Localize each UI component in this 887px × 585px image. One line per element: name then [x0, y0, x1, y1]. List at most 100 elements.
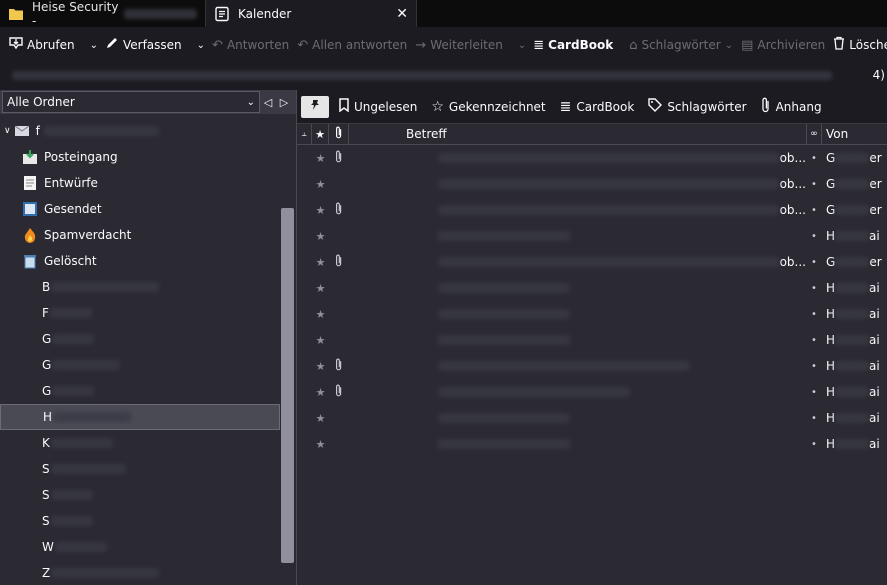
message-cell: ★: [312, 353, 329, 379]
message-cell: [349, 379, 376, 405]
message-cell: [297, 223, 312, 249]
star-icon[interactable]: ★: [316, 204, 326, 217]
message-row[interactable]: ★ • Hai: [297, 431, 887, 457]
message-cell: •: [806, 353, 822, 379]
subfolder-item[interactable]: B: [0, 274, 280, 300]
star-icon[interactable]: ★: [316, 178, 326, 191]
read-status-icon[interactable]: •: [811, 153, 817, 164]
subfolder-item[interactable]: K: [0, 430, 280, 456]
reply-all-button[interactable]: ↶ Allen antworten: [293, 33, 411, 57]
previous-mode-icon[interactable]: ◁: [260, 93, 276, 111]
subfolder-item[interactable]: S: [0, 456, 280, 482]
filter-starred[interactable]: ☆ Gekennzeichnet: [431, 99, 545, 115]
pin-filter-button[interactable]: [301, 95, 329, 118]
message-cell: •: [806, 431, 822, 457]
star-icon[interactable]: ★: [316, 230, 326, 243]
subfolder-item[interactable]: H: [0, 404, 280, 430]
column-thread[interactable]: ⫠: [297, 124, 312, 144]
subfolder-item[interactable]: G: [0, 326, 280, 352]
star-icon[interactable]: ★: [316, 308, 326, 321]
message-row[interactable]: ★ • Hai: [297, 405, 887, 431]
folder-inbox[interactable]: Posteingang: [0, 144, 280, 170]
next-mode-icon[interactable]: ▷: [276, 93, 292, 111]
folder-mode-select[interactable]: Alle Ordner ⌄: [2, 91, 260, 113]
column-read[interactable]: ∞: [806, 124, 822, 144]
column-from[interactable]: Von: [822, 124, 887, 144]
message-row[interactable]: ★ • Hai: [297, 379, 887, 405]
read-status-icon[interactable]: •: [811, 413, 817, 424]
message-row[interactable]: ★ ob... • Ger: [297, 249, 887, 275]
message-subject-ellipsis: ob...: [779, 255, 806, 269]
read-status-icon[interactable]: •: [811, 335, 817, 346]
read-status-icon[interactable]: •: [811, 387, 817, 398]
filter-attachment[interactable]: Anhang: [761, 97, 822, 117]
message-row[interactable]: ★ • Hai: [297, 223, 887, 249]
subfolder-item[interactable]: W: [0, 534, 280, 560]
read-status-icon[interactable]: •: [811, 205, 817, 216]
folder-trash[interactable]: Gelöscht: [0, 248, 280, 274]
message-cell: [376, 379, 806, 405]
tags-button[interactable]: ⌂ Schlagwörter ⌄: [625, 33, 737, 57]
message-row[interactable]: ★ • Hai: [297, 275, 887, 301]
message-row[interactable]: ★ • Hai: [297, 327, 887, 353]
archive-button[interactable]: ▤ Archivieren: [737, 33, 829, 57]
paperclip-icon: [335, 358, 343, 374]
subfolder-item[interactable]: F: [0, 300, 280, 326]
read-status-icon[interactable]: •: [811, 439, 817, 450]
message-row[interactable]: ★ • Hai: [297, 353, 887, 379]
subfolder-item[interactable]: Z: [0, 560, 280, 585]
star-icon[interactable]: ★: [316, 412, 326, 425]
subfolder-item[interactable]: S: [0, 482, 280, 508]
message-cell: •: [806, 145, 822, 171]
message-from-redacted: [835, 361, 870, 371]
subfolder-list: BFGGGHKSSSWZ: [0, 274, 280, 585]
column-star[interactable]: ★: [312, 124, 329, 144]
folder-scrollbar[interactable]: [280, 208, 295, 585]
forward-button[interactable]: → Weiterleiten: [411, 33, 507, 57]
message-subject-redacted: [438, 257, 779, 267]
subfolder-item[interactable]: S: [0, 508, 280, 534]
star-icon[interactable]: ★: [316, 256, 326, 269]
message-row[interactable]: ★ ob... • Ger: [297, 145, 887, 171]
message-row[interactable]: ★ • Hai: [297, 301, 887, 327]
filter-cardbook[interactable]: ≣ CardBook: [560, 99, 635, 115]
message-row[interactable]: ★ ob... • Ger: [297, 171, 887, 197]
column-attachment[interactable]: [329, 124, 349, 144]
filter-unread[interactable]: Ungelesen: [339, 97, 417, 116]
read-status-icon[interactable]: •: [811, 231, 817, 242]
star-icon[interactable]: ★: [316, 334, 326, 347]
subfolder-item[interactable]: G: [0, 352, 280, 378]
read-status-icon[interactable]: •: [811, 283, 817, 294]
column-subject[interactable]: Betreff: [376, 124, 806, 144]
chevron-down-icon[interactable]: ⌄: [194, 40, 208, 51]
star-icon[interactable]: ★: [316, 152, 326, 165]
star-icon[interactable]: ★: [316, 282, 326, 295]
chevron-down-icon[interactable]: ⌄: [515, 40, 529, 51]
star-icon[interactable]: ★: [316, 386, 326, 399]
close-icon[interactable]: ✕: [396, 6, 408, 22]
tab-heise-security[interactable]: Heise Security -: [0, 0, 205, 28]
scrollbar-thumb[interactable]: [281, 208, 294, 563]
filter-tags[interactable]: Schlagwörter: [648, 97, 747, 116]
message-subject-redacted: [438, 231, 570, 241]
write-button[interactable]: Verfassen: [101, 33, 186, 57]
folder-spam[interactable]: Spamverdacht: [0, 222, 280, 248]
folder-drafts[interactable]: Entwürfe: [0, 170, 280, 196]
folder-sent[interactable]: Gesendet: [0, 196, 280, 222]
read-status-icon[interactable]: •: [811, 179, 817, 190]
quick-filter-bar: Ungelesen ☆ Gekennzeichnet ≣ CardBook Sc…: [297, 90, 887, 123]
read-status-icon[interactable]: •: [811, 309, 817, 320]
get-messages-button[interactable]: Abrufen: [5, 33, 79, 57]
delete-button[interactable]: Lösche: [829, 33, 887, 57]
subfolder-item[interactable]: G: [0, 378, 280, 404]
chevron-down-icon[interactable]: ⌄: [87, 40, 101, 51]
reply-button[interactable]: ↶ Antworten: [208, 33, 293, 57]
read-status-icon[interactable]: •: [811, 257, 817, 268]
account-row[interactable]: ∨ f: [0, 118, 280, 144]
cardbook-button[interactable]: ≣ CardBook: [529, 33, 617, 57]
read-status-icon[interactable]: •: [811, 361, 817, 372]
tab-calendar[interactable]: Kalender ✕: [205, 0, 417, 27]
star-icon[interactable]: ★: [316, 360, 326, 373]
star-icon[interactable]: ★: [316, 438, 326, 451]
message-row[interactable]: ★ ob... • Ger: [297, 197, 887, 223]
